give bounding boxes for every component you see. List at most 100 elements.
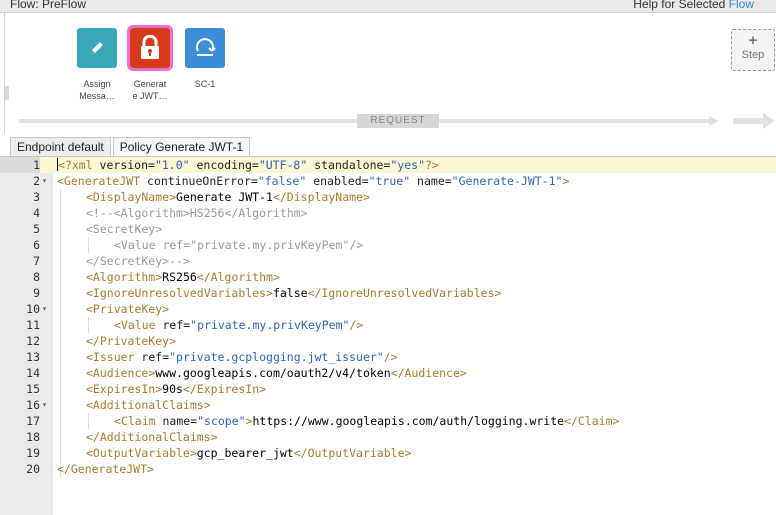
- policy-sc-1[interactable]: SC-1: [179, 28, 231, 90]
- line-number: 5: [33, 222, 40, 236]
- code-line-9: 9 <IgnoreUnresolvedVariables>false</Igno…: [0, 285, 776, 301]
- token: continueOnError=: [140, 174, 258, 188]
- flow-title: Flow: PreFlow: [10, 0, 87, 11]
- token: </IgnoreUnresolvedVariables>: [307, 286, 502, 300]
- policy-assign-message[interactable]: Assign Messa…: [71, 28, 123, 102]
- flow-canvas: Assign Messa… Generat e JWT… SC-1 + Step…: [4, 13, 776, 133]
- code-line-8: 8 <Algorithm>RS256</Algorithm>: [0, 269, 776, 285]
- tab-policy-generate-jwt[interactable]: Policy Generate JWT-1: [112, 137, 251, 156]
- code-comment: <SecretKey>: [86, 222, 163, 236]
- token: "1.0": [154, 158, 190, 172]
- line-number: 3: [33, 190, 40, 204]
- help-flow-link[interactable]: Flow: [729, 0, 754, 11]
- code-text: <DisplayName>Generate JWT-1</DisplayName…: [86, 189, 370, 205]
- policy-sc-label: SC-1: [179, 78, 231, 90]
- token: "private.my.privKeyPem": [190, 318, 350, 332]
- code-text: </GenerateJWT>: [57, 462, 154, 476]
- token: ref=: [134, 350, 170, 364]
- policy-jwt-label-2: e JWT…: [132, 91, 168, 101]
- code-text: <Algorithm>RS256</Algorithm>: [86, 269, 280, 285]
- policy-assign-label-2: Messa…: [79, 91, 115, 101]
- line-number: 6: [33, 238, 40, 252]
- policy-assign-label-1: Assign: [83, 79, 111, 89]
- token: <Claim: [114, 414, 156, 428]
- refresh-icon: [185, 28, 225, 68]
- code-text: <Audience>www.googleapis.com/oauth2/v4/t…: [86, 365, 467, 381]
- code-line-17: 17 <Claim name="scope">https://www.googl…: [0, 413, 776, 429]
- token: standalone=: [307, 158, 391, 172]
- help-label: Help for Selected: [633, 0, 726, 11]
- token: encoding=: [189, 158, 259, 172]
- line-number: 13: [26, 350, 40, 364]
- line-number: 12: [26, 334, 40, 348]
- code-line-12: 12 </PrivateKey>: [0, 333, 776, 349]
- token: </DisplayName>: [272, 190, 370, 204]
- lock-icon: [130, 28, 170, 68]
- token: <IgnoreUnresolvedVariables>: [86, 286, 273, 300]
- line-number: 20: [26, 462, 40, 476]
- line-number: 1: [0, 157, 40, 173]
- code-text: <ExpiresIn>90s</ExpiresIn>: [86, 381, 266, 397]
- code-text: <GenerateJWT continueOnError="false" ena…: [57, 173, 569, 189]
- token: <DisplayName>: [86, 190, 177, 204]
- token: https://www.googleapis.com/auth/logging.…: [252, 414, 565, 428]
- policy-jwt-label-1: Generat: [133, 79, 167, 89]
- tab-endpoint-default[interactable]: Endpoint default: [10, 137, 111, 156]
- token: />: [349, 318, 364, 332]
- token: "private.gcplogging.jwt_issuer": [169, 350, 384, 364]
- token: </Audience>: [390, 366, 467, 380]
- code-text: <OutputVariable>gcp_bearer_jwt</OutputVa…: [86, 445, 411, 461]
- flow-header: Flow: PreFlow Help for Selected Flow: [0, 0, 776, 13]
- line-number: 4: [33, 206, 40, 220]
- code-editor[interactable]: 1 <?xml version="1.0" encoding="UTF-8" s…: [0, 157, 776, 515]
- policy-generate-jwt[interactable]: Generat e JWT…: [124, 28, 176, 102]
- token: www.googleapis.com/oauth2/v4/token: [155, 366, 391, 380]
- token: <OutputVariable>: [86, 446, 197, 460]
- policy-sc-label-1: SC-1: [194, 79, 216, 89]
- code-text: <Value ref="private.my.privKeyPem"/>: [114, 317, 363, 333]
- token: <GenerateJWT: [57, 174, 141, 188]
- code-comment: <Value ref="private.my.privKeyPem"/>: [114, 238, 364, 252]
- policy-assign-label: Assign Messa…: [71, 78, 123, 102]
- code-line-3: 3 <DisplayName>Generate JWT-1</DisplayNa…: [0, 189, 776, 205]
- code-line-10: 10 ▾ <PrivateKey>: [0, 301, 776, 317]
- line-number: 2: [33, 174, 40, 188]
- token: false: [272, 286, 308, 300]
- code-line-13: 13 <Issuer ref="private.gcplogging.jwt_i…: [0, 349, 776, 365]
- code-line-11: 11 <Value ref="private.my.privKeyPem"/>: [0, 317, 776, 333]
- token: name=: [410, 174, 452, 188]
- token: <Issuer: [86, 350, 135, 364]
- fold-arrow-icon[interactable]: ▾: [42, 173, 52, 189]
- code-line-7: 7 </SecretKey>-->: [0, 253, 776, 269]
- token: version=: [92, 158, 155, 172]
- policy-jwt-label: Generat e JWT…: [124, 78, 176, 102]
- help-text: Help for Selected Flow: [633, 0, 754, 11]
- request-label: REQUEST: [357, 114, 439, 128]
- code-line-14: 14 <Audience>www.googleapis.com/oauth2/v…: [0, 365, 776, 381]
- token: "yes": [390, 158, 425, 172]
- token: gcp_bearer_jwt: [196, 446, 294, 460]
- fold-arrow-icon[interactable]: ▾: [42, 301, 52, 317]
- fold-arrow-icon[interactable]: ▾: [42, 397, 52, 413]
- token: <ExpiresIn>: [86, 382, 163, 396]
- line-number: 17: [26, 414, 40, 428]
- line-number: 11: [26, 318, 40, 332]
- token: "UTF-8": [258, 158, 308, 172]
- token: />: [383, 350, 398, 364]
- add-step-button[interactable]: + Step: [731, 29, 775, 71]
- token: name=: [155, 414, 198, 428]
- token: Generate JWT-1: [176, 190, 273, 204]
- line-number: 15: [26, 382, 40, 396]
- code-text: <Claim name="scope">https://www.googleap…: [114, 413, 619, 429]
- step-label: Step: [741, 49, 765, 61]
- token: </Claim>: [564, 414, 620, 428]
- code-line-5: 5 <SecretKey>: [0, 221, 776, 237]
- code-comment: <!--<Algorithm>HS256</Algorithm>: [86, 206, 308, 220]
- token: enabled=: [306, 174, 369, 188]
- code-line-18: 18 </AdditionalClaims>: [0, 429, 776, 445]
- plus-icon: +: [748, 32, 758, 49]
- token: "Generate-JWT-1": [451, 174, 563, 188]
- token: >: [562, 174, 570, 188]
- code-line-4: 4 <!--<Algorithm>HS256</Algorithm>: [0, 205, 776, 221]
- token: 90s: [162, 382, 183, 396]
